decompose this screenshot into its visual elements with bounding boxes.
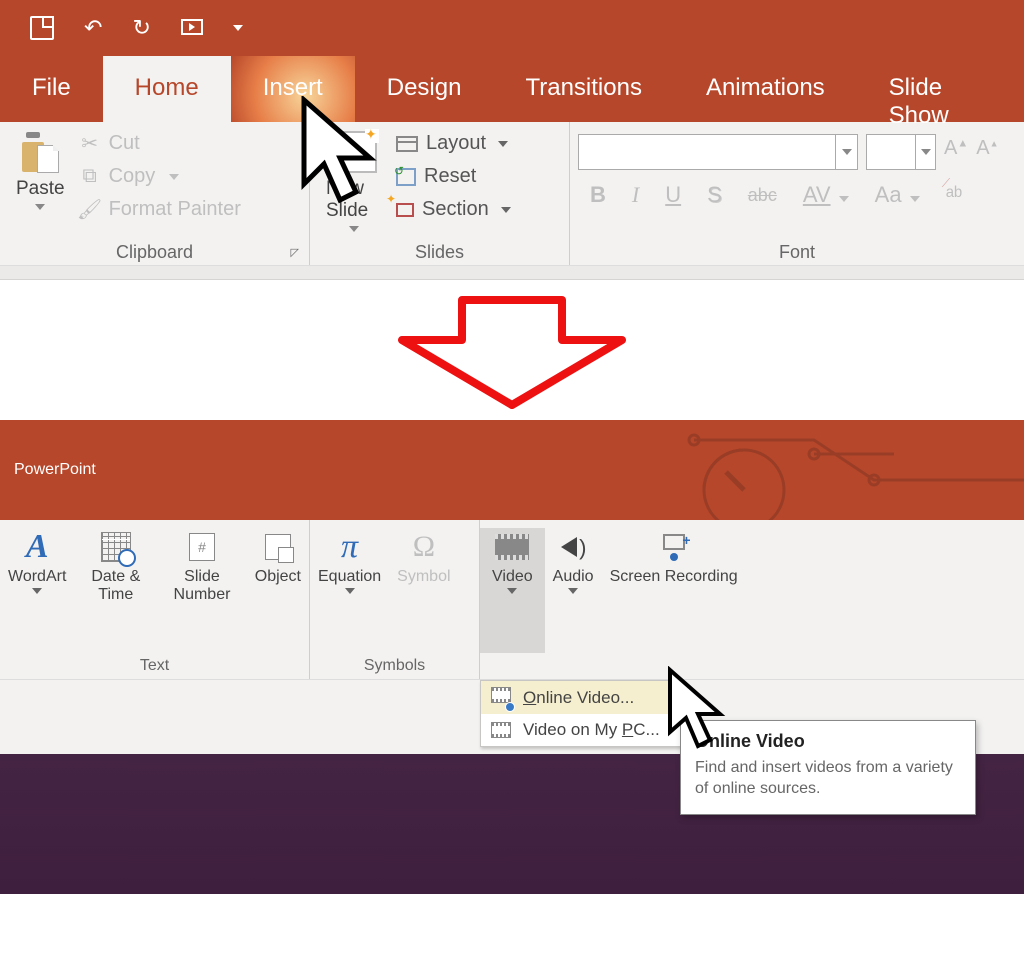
char-spacing-button[interactable]: AV xyxy=(791,178,861,208)
symbols-group-label: Symbols xyxy=(310,653,479,679)
text-group-label: Text xyxy=(0,653,309,679)
tab-design[interactable]: Design xyxy=(355,56,494,122)
tab-home[interactable]: Home xyxy=(103,56,231,122)
video-button[interactable]: Video xyxy=(480,528,545,653)
paste-icon xyxy=(22,132,58,172)
strikethrough-button[interactable]: abc xyxy=(736,181,789,206)
tab-insert[interactable]: Insert xyxy=(231,56,355,122)
chevron-down-icon[interactable] xyxy=(507,588,517,594)
menu-video-on-my-pc[interactable]: Video on My PC... xyxy=(481,714,683,746)
tab-transitions[interactable]: Transitions xyxy=(493,56,673,122)
italic-button[interactable]: I xyxy=(620,178,651,208)
chevron-down-icon[interactable] xyxy=(501,207,511,213)
date-time-button[interactable]: Date & Time xyxy=(74,528,157,653)
chevron-down-icon[interactable] xyxy=(35,204,45,210)
paste-label: Paste xyxy=(16,178,65,200)
chevron-down-icon xyxy=(921,149,931,155)
format-painter-button[interactable]: 🖌 Format Painter xyxy=(73,196,247,223)
symbol-button: Ω Symbol xyxy=(389,528,458,653)
change-case-button[interactable]: Aa xyxy=(863,178,932,208)
chevron-down-icon[interactable] xyxy=(32,588,42,594)
decrease-font-icon[interactable]: A▲ xyxy=(976,137,998,160)
title-bar: PowerPoint xyxy=(0,420,1024,520)
tab-slideshow[interactable]: Slide Show xyxy=(857,56,1024,122)
chevron-down-icon[interactable] xyxy=(349,226,359,232)
save-icon[interactable] xyxy=(30,16,54,40)
wordart-button[interactable]: A WordArt xyxy=(0,528,74,653)
underline-button[interactable]: U xyxy=(653,178,693,208)
chevron-down-icon[interactable] xyxy=(568,588,578,594)
tooltip-title: Online Video xyxy=(695,731,961,752)
audio-icon xyxy=(561,537,577,557)
symbol-icon: Ω xyxy=(413,530,435,564)
bold-button[interactable]: B xyxy=(578,178,618,208)
tooltip-body: Find and insert videos from a variety of… xyxy=(695,758,961,800)
font-size-combo[interactable] xyxy=(866,134,936,170)
section-button[interactable]: ✦ Section xyxy=(390,196,517,223)
section-icon xyxy=(396,203,414,217)
cut-button[interactable]: ✂ Cut xyxy=(73,130,247,157)
menu-online-video[interactable]: Online Video... xyxy=(481,681,683,714)
paste-button[interactable]: Paste xyxy=(8,126,73,214)
slides-group-label: Slides xyxy=(415,242,464,263)
video-icon xyxy=(495,534,529,560)
quick-access-toolbar: ↶ ↻ xyxy=(0,0,1024,56)
reset-icon xyxy=(396,168,416,186)
video-dropdown: Online Video... Video on My PC... xyxy=(480,680,684,747)
new-slide-button[interactable]: New Slide xyxy=(318,126,390,236)
record-dot-icon xyxy=(670,553,678,561)
chevron-down-icon[interactable] xyxy=(345,588,355,594)
start-from-beginning-icon[interactable] xyxy=(181,15,203,41)
wordart-icon: A xyxy=(26,528,49,566)
clear-formatting-button[interactable]: ᵃᵇ⟋ xyxy=(934,178,975,208)
app-title: PowerPoint xyxy=(14,461,96,479)
chevron-down-icon[interactable] xyxy=(169,174,179,180)
date-time-icon xyxy=(101,532,131,562)
new-slide-icon xyxy=(332,132,376,172)
customize-qat-icon[interactable] xyxy=(233,25,243,31)
dropdown-area: Online Video... Video on My PC... Online… xyxy=(0,680,1024,754)
equation-icon: π xyxy=(341,528,358,566)
object-icon xyxy=(265,534,291,560)
chevron-down-icon xyxy=(839,196,849,202)
paintbrush-icon: 🖌 xyxy=(79,199,101,221)
online-video-icon xyxy=(491,687,511,708)
layout-button[interactable]: Layout xyxy=(390,130,517,157)
redo-icon[interactable]: ↻ xyxy=(132,15,150,41)
screen-recording-button[interactable]: Screen Recording xyxy=(602,528,746,653)
font-group-label: Font xyxy=(779,242,815,263)
reset-button[interactable]: Reset xyxy=(390,163,517,190)
chevron-down-icon xyxy=(910,196,920,202)
tab-file[interactable]: File xyxy=(0,56,103,122)
equation-button[interactable]: π Equation xyxy=(310,528,389,653)
increase-font-icon[interactable]: A▲ xyxy=(944,137,968,160)
ribbon-insert: A WordArt Date & Time # Slide Number Obj… xyxy=(0,520,1024,680)
sparkle-icon: ✦ xyxy=(386,192,396,206)
slide-number-icon: # xyxy=(189,533,215,561)
copy-button[interactable]: ⧉ Copy xyxy=(73,163,247,190)
clipboard-dialog-launcher-icon[interactable]: ◸ xyxy=(291,246,299,259)
screen-recording-icon xyxy=(663,534,685,550)
clipboard-group-label: Clipboard xyxy=(116,242,193,263)
undo-icon[interactable]: ↶ xyxy=(84,15,102,41)
tooltip: Online Video Find and insert videos from… xyxy=(680,720,976,815)
transition-arrow xyxy=(0,280,1024,420)
ribbon-home: Paste ✂ Cut ⧉ Copy 🖌 Format Painter xyxy=(0,122,1024,266)
chevron-down-icon[interactable] xyxy=(498,141,508,147)
tab-animations[interactable]: Animations xyxy=(674,56,857,122)
font-name-combo[interactable] xyxy=(578,134,858,170)
text-shadow-button[interactable]: S xyxy=(695,178,734,208)
film-icon xyxy=(491,722,511,738)
layout-icon xyxy=(396,136,418,152)
ribbon-tabs: File Home Insert Design Transitions Anim… xyxy=(0,56,1024,122)
decorative-lines xyxy=(674,430,1024,520)
scissors-icon: ✂ xyxy=(79,133,101,155)
slide-number-button[interactable]: # Slide Number xyxy=(157,528,247,653)
chevron-down-icon xyxy=(842,149,852,155)
new-slide-label: New Slide xyxy=(326,178,382,222)
object-button[interactable]: Object xyxy=(247,528,309,653)
copy-icon: ⧉ xyxy=(79,166,101,188)
audio-button[interactable]: Audio xyxy=(545,528,602,653)
